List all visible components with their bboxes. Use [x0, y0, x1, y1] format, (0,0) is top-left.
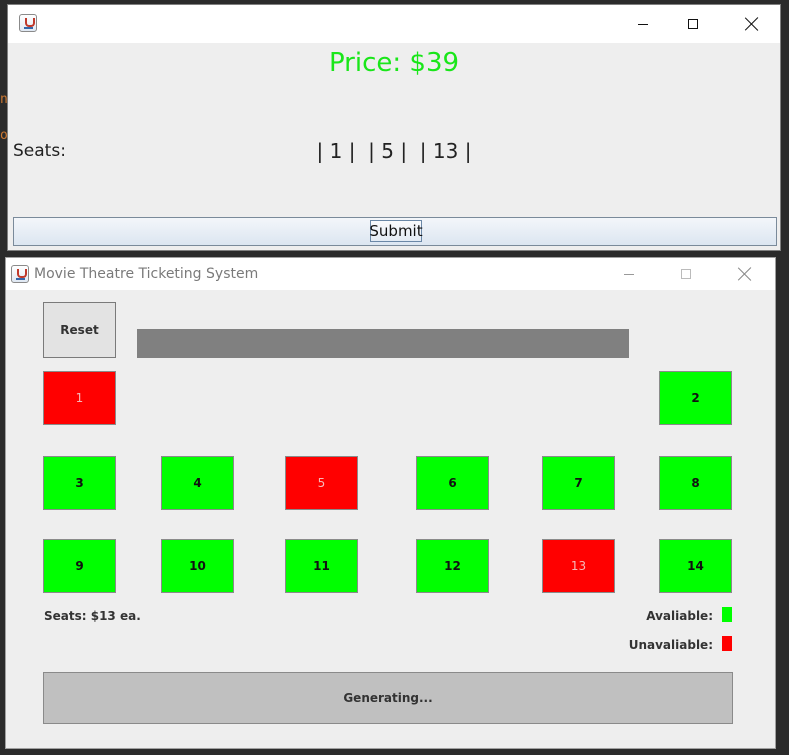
legend-unavailable-label: Unavaliable:: [628, 638, 713, 652]
close-button[interactable]: [729, 5, 775, 43]
close-icon: [738, 267, 752, 281]
seat-button[interactable]: 12: [416, 539, 489, 593]
legend-available-label: Avaliable:: [646, 609, 713, 623]
title-bar: Movie Theatre Ticketing System: [6, 258, 775, 290]
close-icon: [745, 17, 759, 31]
seat-button[interactable]: 11: [285, 539, 358, 593]
minimize-icon: [624, 273, 634, 275]
seat-button[interactable]: 10: [161, 539, 234, 593]
title-bar: [8, 5, 780, 43]
submit-button[interactable]: Submit: [369, 220, 423, 242]
maximize-icon: [681, 269, 691, 279]
minimize-icon: [638, 23, 648, 25]
seat-button[interactable]: 9: [43, 539, 116, 593]
reset-button[interactable]: Reset: [43, 302, 116, 358]
seat-button[interactable]: 3: [43, 456, 116, 510]
submit-bar: Submit: [13, 217, 777, 246]
maximize-button[interactable]: [670, 5, 716, 43]
ticketing-system-window: Movie Theatre Ticketing System Reset 1 2…: [5, 257, 776, 749]
maximize-icon: [688, 19, 698, 29]
java-app-icon: [19, 14, 37, 32]
seat-price-note: Seats: $13 ea.: [44, 609, 141, 623]
movie-screen: [137, 329, 629, 358]
seat-button[interactable]: 2: [659, 371, 732, 425]
seat-button[interactable]: 5: [285, 456, 358, 510]
generate-button[interactable]: Generating...: [43, 672, 733, 724]
legend-available-swatch: [722, 607, 732, 622]
minimize-button[interactable]: [606, 258, 652, 290]
seat-button[interactable]: 13: [542, 539, 615, 593]
seat-button[interactable]: 14: [659, 539, 732, 593]
seat-button[interactable]: 1: [43, 371, 116, 425]
close-button[interactable]: [722, 258, 768, 290]
legend-unavailable-swatch: [722, 636, 732, 651]
window-title: Movie Theatre Ticketing System: [34, 266, 259, 282]
selected-seats-list: | 1 | | 5 | | 13 |: [316, 139, 472, 163]
minimize-button[interactable]: [620, 5, 666, 43]
total-price: Price: $39: [328, 48, 460, 78]
ticket-summary-window: Price: $39 Seats: | 1 | | 5 | | 13 | Sub…: [7, 4, 781, 251]
seat-button[interactable]: 8: [659, 456, 732, 510]
seat-button[interactable]: 4: [161, 456, 234, 510]
maximize-button[interactable]: [663, 258, 709, 290]
seat-button[interactable]: 6: [416, 456, 489, 510]
seat-button[interactable]: 7: [542, 456, 615, 510]
java-app-icon: [11, 265, 29, 283]
